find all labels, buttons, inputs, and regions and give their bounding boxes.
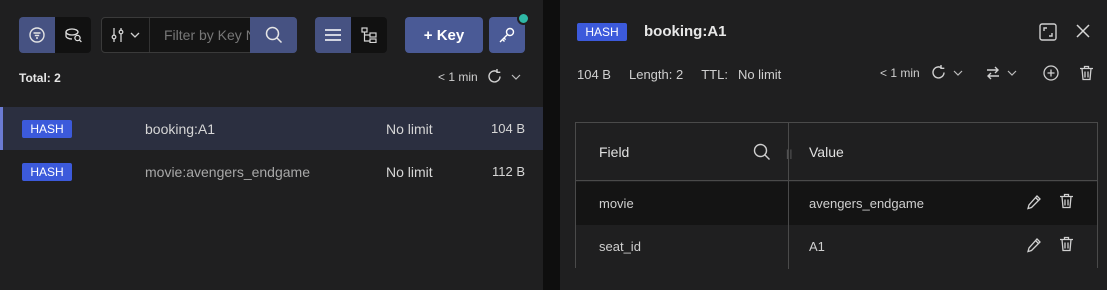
key-name-title[interactable]: booking:A1: [644, 23, 727, 40]
details-actions: < 1 min: [880, 64, 1094, 81]
key-length-info: Length: 2: [628, 67, 684, 82]
key-ttl-info[interactable]: TTL: No limit: [701, 67, 781, 82]
search-button[interactable]: [250, 17, 297, 53]
list-view-button[interactable]: [315, 17, 351, 53]
table-row: seat_id A1: [576, 225, 1097, 268]
column-separator: [788, 123, 789, 269]
browser-toolbar: + Key: [19, 12, 530, 53]
key-type-badge: HASH: [577, 23, 627, 41]
database-icon: [63, 26, 83, 44]
ttl-label: TTL:: [701, 67, 728, 82]
search-mode-button[interactable]: [55, 17, 91, 53]
refresh-icon[interactable]: [930, 64, 947, 81]
value-cell: A1: [809, 239, 825, 254]
chevron-down-icon: [130, 32, 140, 38]
field-cell: movie: [599, 196, 634, 211]
total-keys-label: Total: 2: [19, 71, 61, 85]
key-size: 104 B: [491, 121, 525, 136]
value-column-header: Value: [809, 144, 844, 160]
key-details-panel: HASH booking:A1 104 B Length: 2 TTL: No …: [560, 0, 1107, 290]
field-column-header: Field: [599, 144, 630, 160]
delete-icon[interactable]: [1059, 193, 1074, 209]
chevron-down-icon[interactable]: [953, 70, 963, 76]
key-row[interactable]: HASH movie:avengers_endgame No limit 112…: [0, 150, 543, 193]
value-cell: avengers_endgame: [809, 196, 924, 211]
last-refresh-time: < 1 min: [438, 69, 478, 84]
key-filter-input[interactable]: [150, 18, 250, 52]
key-size-info: 104 B: [577, 67, 611, 82]
key-name: movie:avengers_endgame: [145, 163, 310, 180]
edit-icon[interactable]: [1026, 237, 1042, 253]
key-type-badge: HASH: [22, 162, 72, 181]
key-ttl: No limit: [386, 163, 433, 180]
key-metadata: 104 B Length: 2 TTL: No limit: [577, 67, 781, 82]
search-icon[interactable]: [753, 143, 771, 161]
key-row[interactable]: HASH booking:A1 No limit 104 B: [0, 107, 543, 150]
table-header: Field || Value: [576, 123, 1097, 181]
filter-icon: [28, 26, 46, 44]
key-list-panel: + Key Total: 2 < 1 min HASH booking:A1 N…: [0, 0, 543, 290]
hash-fields-table: Field || Value movie avengers_endgame se…: [575, 122, 1098, 269]
field-cell: seat_id: [599, 239, 641, 254]
key-name: booking:A1: [145, 120, 216, 137]
ttl-value: No limit: [737, 67, 782, 82]
chevron-down-icon[interactable]: [511, 74, 521, 80]
key-ttl: No limit: [386, 120, 433, 137]
delete-icon[interactable]: [1059, 236, 1074, 252]
table-row: movie avengers_endgame: [576, 182, 1097, 225]
list-view-icon: [325, 28, 341, 42]
last-refresh-time: < 1 min: [880, 65, 920, 80]
key-filter-box: [101, 17, 297, 53]
filter-mode-button[interactable]: [19, 17, 55, 53]
key-list: HASH booking:A1 No limit 104 B HASH movi…: [0, 107, 543, 193]
tree-view-icon: [361, 27, 377, 43]
swap-format-icon[interactable]: [985, 65, 1001, 81]
delete-icon[interactable]: [1079, 65, 1094, 81]
key-type-badge: HASH: [22, 119, 72, 138]
close-icon[interactable]: [1075, 23, 1091, 39]
key-type-filter-dropdown[interactable]: [102, 18, 150, 52]
view-mode-toggle: [315, 17, 387, 53]
tree-view-button[interactable]: [351, 17, 387, 53]
notification-dot: [517, 12, 530, 25]
chevron-down-icon[interactable]: [1007, 70, 1017, 76]
key-type-filter-icon: [111, 27, 125, 43]
filter-mode-toggle: [19, 17, 91, 53]
expand-icon[interactable]: [1039, 23, 1057, 41]
edit-icon[interactable]: [1026, 194, 1042, 210]
add-key-button[interactable]: + Key: [405, 17, 483, 53]
key-size: 112 B: [491, 164, 525, 179]
add-field-icon[interactable]: [1043, 64, 1059, 81]
refresh-icon[interactable]: [486, 68, 503, 85]
refresh-keys-control: < 1 min: [438, 68, 521, 85]
panel-resizer[interactable]: [543, 0, 560, 290]
settings-icon: [498, 26, 516, 44]
search-icon: [265, 26, 283, 44]
